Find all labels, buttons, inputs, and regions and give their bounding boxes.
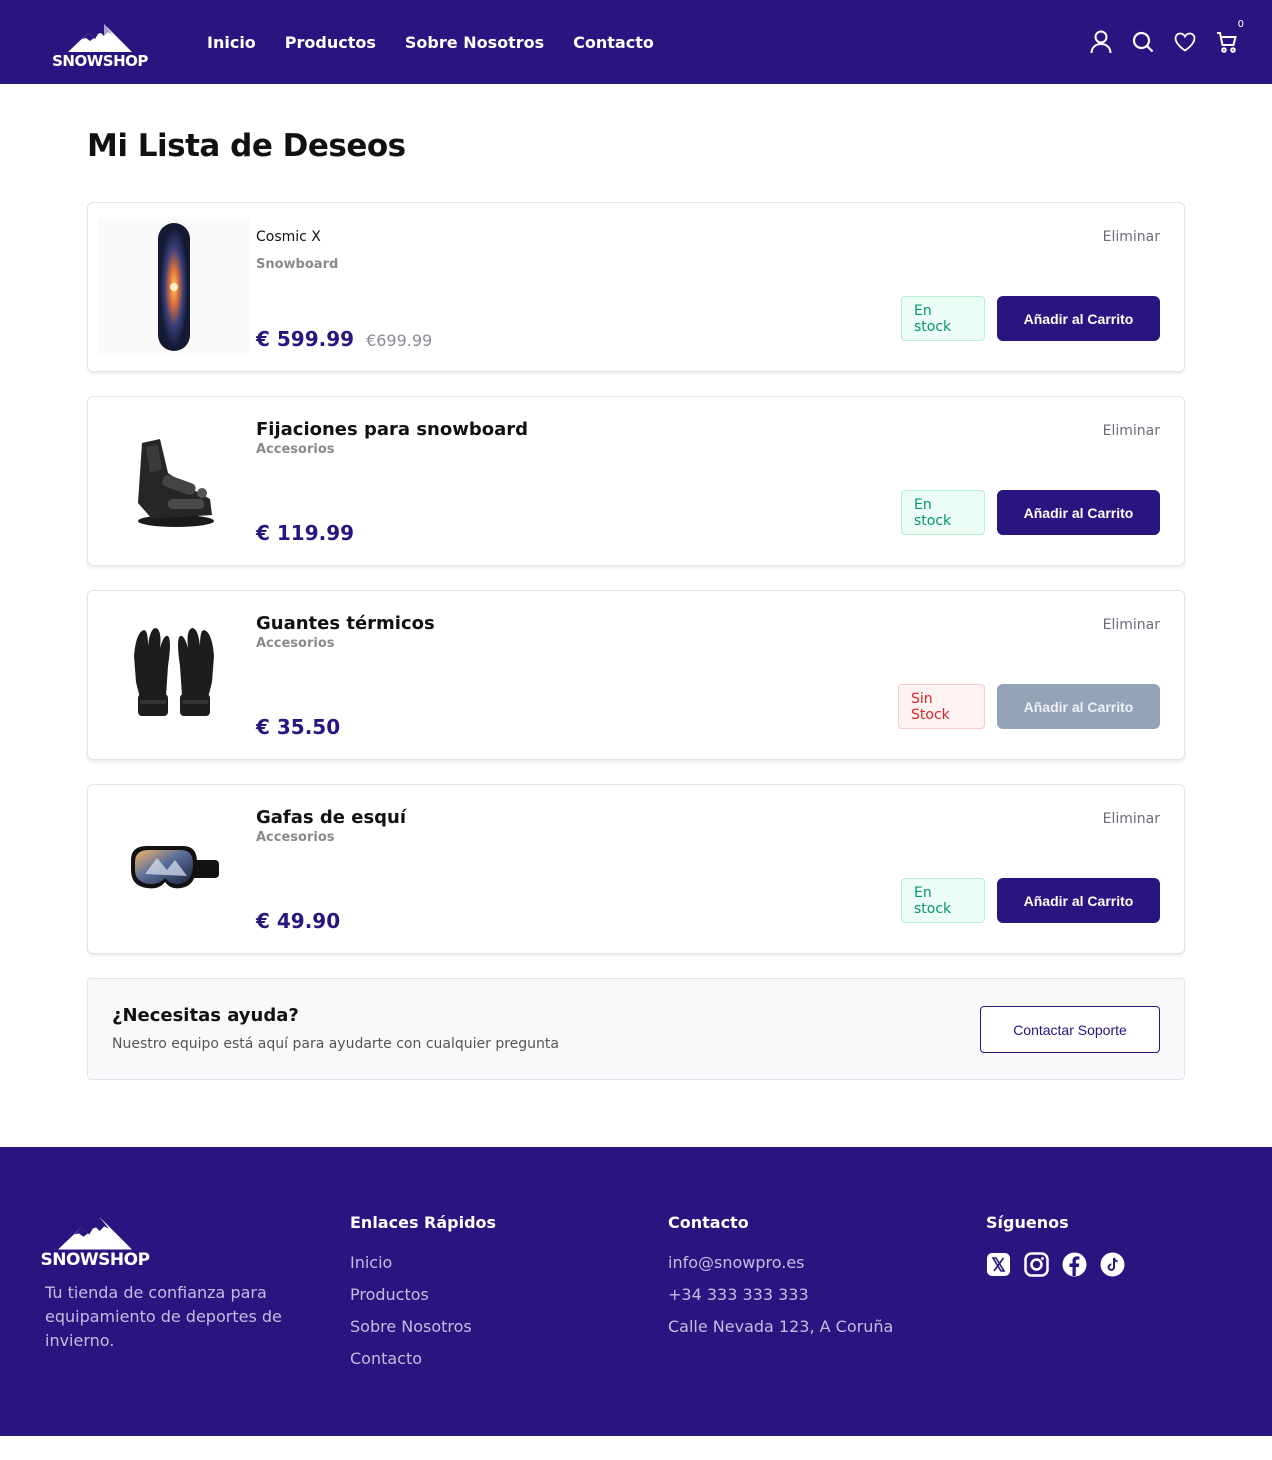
product-category: Accesorios — [256, 442, 335, 457]
footer-social-column: Síguenos — [986, 1213, 1125, 1277]
contact-support-button[interactable]: Contactar Soporte — [980, 1006, 1160, 1053]
footer-logo[interactable]: SNOWSHOP — [40, 1211, 150, 1269]
footer-email[interactable]: info@snowpro.es — [668, 1252, 893, 1274]
brand-wordmark: SNOWSHOP — [52, 52, 148, 70]
add-to-cart-button[interactable]: Añadir al Carrito — [997, 490, 1160, 535]
remove-button[interactable]: Eliminar — [1103, 423, 1160, 439]
wishlist-main: Mi Lista de Deseos Cosmic X Snowboard € … — [0, 128, 1272, 1080]
product-category: Accesorios — [256, 636, 335, 651]
footer-phone[interactable]: +34 333 333 333 — [668, 1284, 893, 1306]
product-price: € 119.99 — [256, 521, 355, 545]
footer-link-contacto[interactable]: Contacto — [350, 1348, 496, 1370]
wishlist-item: Gafas de esquí Accesorios € 49.90 Elimin… — [87, 784, 1185, 954]
remove-button[interactable]: Eliminar — [1103, 811, 1160, 827]
stock-badge: En stock — [901, 490, 985, 535]
search-icon[interactable] — [1130, 29, 1156, 55]
nav-link-productos[interactable]: Productos — [285, 33, 376, 52]
product-image-gloves[interactable] — [98, 607, 250, 743]
footer-contact-title: Contacto — [668, 1213, 749, 1232]
wishlist-item: Guantes térmicos Accesorios € 35.50 Elim… — [87, 590, 1185, 760]
product-price: € 35.50 — [256, 715, 341, 739]
footer-address: Calle Nevada 123, A Coruña — [668, 1317, 894, 1336]
footer-link-inicio[interactable]: Inicio — [350, 1252, 496, 1274]
nav-link-contacto[interactable]: Contacto — [573, 33, 654, 52]
footer-social-title: Síguenos — [986, 1213, 1069, 1232]
footer-contact-column: Contacto info@snowpro.es +34 333 333 333… — [668, 1213, 893, 1348]
facebook-icon[interactable] — [1062, 1252, 1087, 1277]
wishlist-item: Cosmic X Snowboard € 599.99 €699.99 Elim… — [87, 202, 1185, 372]
footer-link-productos[interactable]: Productos — [350, 1284, 496, 1306]
stock-badge: En stock — [901, 878, 985, 923]
footer-links-title: Enlaces Rápidos — [350, 1213, 497, 1232]
stock-badge: En stock — [901, 296, 985, 341]
add-to-cart-button[interactable]: Añadir al Carrito — [997, 878, 1160, 923]
nav-link-inicio[interactable]: Inicio — [207, 33, 256, 52]
user-icon[interactable] — [1088, 29, 1114, 55]
mountain-logo-icon — [68, 24, 132, 52]
top-navbar: SNOWSHOP Inicio Productos Sobre Nosotros… — [0, 0, 1272, 84]
footer: SNOWSHOP Tu tienda de confianza para equ… — [0, 1147, 1272, 1436]
cart-icon[interactable]: 0 — [1214, 19, 1244, 55]
product-name[interactable]: Cosmic X — [256, 229, 338, 245]
footer-wordmark: SNOWSHOP — [40, 1250, 150, 1270]
product-image-snowboard[interactable] — [98, 219, 250, 355]
product-image-binding[interactable] — [98, 413, 250, 549]
add-to-cart-button[interactable]: Añadir al Carrito — [997, 296, 1160, 341]
header-actions: 0 — [1088, 19, 1244, 55]
product-name[interactable]: Fijaciones para snowboard — [256, 419, 528, 440]
product-price: € 599.99 — [256, 327, 355, 351]
footer-links-column: Enlaces Rápidos Inicio Productos Sobre N… — [350, 1213, 496, 1380]
instagram-icon[interactable] — [1024, 1252, 1049, 1277]
mountain-logo-icon — [58, 1217, 132, 1250]
tiktok-icon[interactable] — [1100, 1252, 1125, 1277]
main-nav: Inicio Productos Sobre Nosotros Contacto — [207, 33, 683, 52]
wishlist-item: Fijaciones para snowboard Accesorios € 1… — [87, 396, 1185, 566]
help-box: ¿Necesitas ayuda? Nuestro equipo está aq… — [87, 978, 1185, 1080]
x-icon[interactable] — [986, 1252, 1011, 1277]
stock-badge: Sin Stock — [898, 684, 985, 729]
remove-button[interactable]: Eliminar — [1103, 617, 1160, 633]
nav-link-sobre-nosotros[interactable]: Sobre Nosotros — [405, 33, 544, 52]
remove-button[interactable]: Eliminar — [1103, 229, 1160, 245]
add-to-cart-button[interactable]: Añadir al Carrito — [997, 684, 1160, 729]
page-title: Mi Lista de Deseos — [87, 128, 406, 164]
product-category: Snowboard — [256, 257, 339, 272]
product-image-goggles[interactable] — [98, 801, 250, 937]
heart-icon[interactable] — [1172, 29, 1198, 55]
footer-tagline: Tu tienda de confianza para equipamiento… — [45, 1283, 282, 1350]
product-price: € 49.90 — [256, 909, 341, 933]
product-category: Accesorios — [256, 830, 335, 845]
product-name[interactable]: Guantes térmicos — [256, 613, 435, 634]
footer-link-sobre-nosotros[interactable]: Sobre Nosotros — [350, 1316, 496, 1338]
brand-logo[interactable]: SNOWSHOP — [52, 15, 148, 69]
product-name[interactable]: Gafas de esquí — [256, 807, 406, 828]
product-old-price: €699.99 — [366, 331, 433, 350]
cart-count-badge: 0 — [1237, 19, 1244, 30]
